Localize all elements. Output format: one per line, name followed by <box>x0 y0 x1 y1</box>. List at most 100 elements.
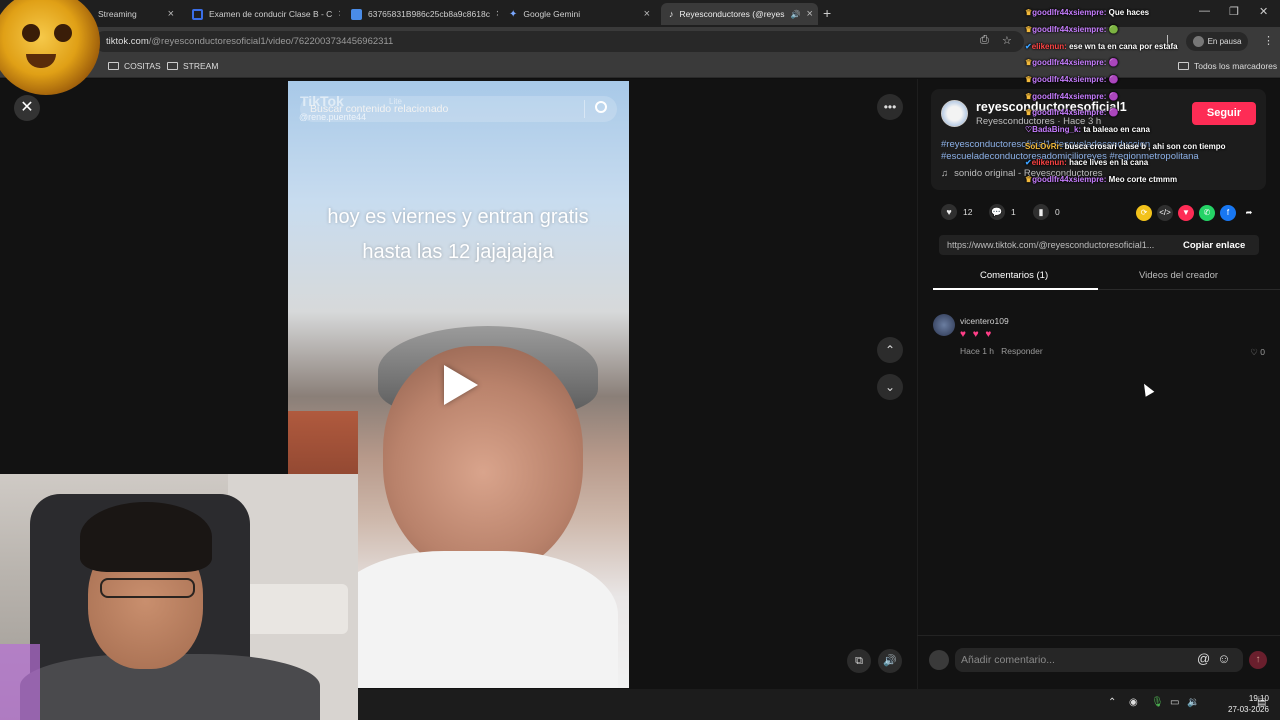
comment-icon: 💬 <box>989 204 1005 220</box>
comment-like-button[interactable]: ♡ 0 <box>1250 347 1265 358</box>
bookmark-folder-cositas[interactable]: COSITAS <box>108 61 161 71</box>
chat-message: ✔elikenun: hace lives en la cana <box>1025 158 1149 167</box>
close-video-button[interactable]: ✕ <box>14 95 40 121</box>
post-actions: ♥ 12 💬 1 ▮ 0 ⟳ </> ▼ ✆ f ➦ <box>941 204 1261 222</box>
comment-count: 1 <box>1011 207 1016 217</box>
video-face <box>383 346 583 576</box>
restore-button[interactable]: ❐ <box>1229 5 1239 18</box>
microphone-icon[interactable]: 🎙 <box>1151 697 1164 708</box>
send-comment-button[interactable]: ↑ <box>1249 651 1267 669</box>
tab-label: Examen de conducir Clase B - C <box>209 9 333 19</box>
previous-video-button[interactable]: ⌃ <box>877 337 903 363</box>
all-bookmarks[interactable]: Todos los marcadores <box>1178 61 1277 71</box>
commenter-username[interactable]: vicentero109 <box>960 316 1009 326</box>
tab-label: 63765831B986c25cb8a9c8618c <box>368 9 490 19</box>
file-icon <box>351 8 362 20</box>
repost-icon[interactable]: ⟳ <box>1136 205 1152 221</box>
sticker-eye <box>54 24 72 42</box>
bookmark-icon: ▮ <box>1033 204 1049 220</box>
copy-link-button[interactable]: Copiar enlace <box>1183 240 1245 251</box>
user-avatar[interactable] <box>929 650 949 670</box>
folder-icon <box>167 62 178 70</box>
music-note-icon: ♫ <box>941 168 949 179</box>
search-divider <box>584 100 585 118</box>
star-icon[interactable]: ☆ <box>1002 34 1012 47</box>
comment-button[interactable]: 💬 1 <box>989 204 1016 220</box>
url-domain: tiktok.com <box>106 36 149 47</box>
webcam-glasses <box>100 578 195 598</box>
chat-message: ♛goodlfr44xsiempre: 🟣 <box>1025 92 1119 101</box>
chat-message: ♡BadaBing_k: ta baleao en cana <box>1025 125 1151 134</box>
taskbar <box>358 689 1280 720</box>
folder-icon <box>1178 62 1189 70</box>
like-button[interactable]: ♥ 12 <box>941 204 972 220</box>
tab-gemini[interactable]: ✦ Google Gemini × <box>501 3 658 25</box>
address-bar[interactable]: tiktok.com/@reyesconductoresoficial1/vid… <box>94 31 1024 52</box>
send-to-friends-icon[interactable]: ▼ <box>1178 205 1194 221</box>
sticker-mouth <box>26 54 56 68</box>
pip-button[interactable]: ⧉ <box>847 649 871 673</box>
volume-tray-icon[interactable]: 🔉 <box>1187 697 1199 708</box>
next-video-button[interactable]: ⌄ <box>877 374 903 400</box>
chat-message: ♛goodlfr44xsiempre: Que haces <box>1025 8 1150 17</box>
window-close-button[interactable]: ✕ <box>1259 5 1268 18</box>
tab-creator-videos[interactable]: Videos del creador <box>1139 270 1218 281</box>
active-tab-indicator <box>933 288 1098 290</box>
chat-message: ♛goodlfr44xsiempre: 🟣 <box>1025 75 1119 84</box>
close-icon[interactable]: × <box>496 8 498 20</box>
network-icon[interactable]: ▭ <box>1170 697 1179 708</box>
install-icon[interactable]: ⎙ <box>980 34 989 47</box>
tab-file[interactable]: 63765831B986c25cb8a9c8618c × <box>343 3 498 25</box>
more-options-button[interactable]: ••• <box>877 94 903 120</box>
chat-message: ♛goodlfr44xsiempre: 🟣 <box>1025 108 1119 117</box>
creator-avatar[interactable] <box>941 100 968 127</box>
share-icon[interactable]: ➦ <box>1241 205 1257 221</box>
tab-examen[interactable]: Examen de conducir Clase B - C × <box>184 3 340 25</box>
reply-button[interactable]: Responder <box>1001 346 1043 356</box>
webcam-light <box>0 644 40 720</box>
comment-placeholder: Añadir comentario... <box>961 654 1055 666</box>
menu-icon[interactable]: ⋮ <box>1263 34 1274 47</box>
search-icon[interactable] <box>595 101 607 113</box>
tray-chevron-icon[interactable]: ⌃ <box>1108 697 1116 708</box>
whatsapp-icon[interactable]: ✆ <box>1199 205 1215 221</box>
close-icon[interactable]: × <box>644 8 650 20</box>
embed-icon[interactable]: </> <box>1157 205 1173 221</box>
emoji-icon[interactable]: ☺ <box>1217 651 1230 666</box>
follow-button[interactable]: Seguir <box>1192 102 1256 125</box>
facebook-icon[interactable]: f <box>1220 205 1236 221</box>
avatar <box>1192 36 1204 47</box>
comment-input-icons: @ ☺ <box>1197 651 1230 666</box>
notifications-icon[interactable]: ▤ <box>1257 697 1266 708</box>
discord-icon[interactable]: ◉ <box>1129 697 1138 708</box>
tab-comments[interactable]: Comentarios (1) <box>980 270 1048 281</box>
volume-button[interactable]: 🔊 <box>878 649 902 673</box>
minimize-button[interactable]: — <box>1199 5 1210 17</box>
doc-icon <box>192 8 203 20</box>
gemini-icon: ✦ <box>509 8 518 20</box>
streamer-webcam <box>0 474 358 720</box>
new-tab-button[interactable]: + <box>823 5 831 21</box>
tab-streaming[interactable]: Streaming × <box>90 3 182 25</box>
commenter-avatar[interactable] <box>933 314 955 336</box>
tab-tiktok[interactable]: ♪ Reyesconductores (@reyes 🔊 × <box>661 3 818 25</box>
tab-label: Streaming <box>98 9 137 19</box>
tiktok-icon: ♪ <box>669 9 674 19</box>
play-icon[interactable] <box>444 365 478 405</box>
bookmark-label: COSITAS <box>124 61 161 71</box>
comment-item: vicentero109 ♥ ♥ ♥ Hace 1 h Responder ♡ … <box>933 314 1268 358</box>
chat-message: ♛goodlfr44xsiempre: 🟣 <box>1025 58 1119 67</box>
close-icon[interactable]: × <box>338 8 340 20</box>
mod-icon: ✔ <box>1025 158 1032 167</box>
bookmark-folder-stream[interactable]: STREAM <box>167 61 218 71</box>
close-icon[interactable]: × <box>806 8 812 20</box>
speaker-icon[interactable]: 🔊 <box>791 10 801 19</box>
mention-icon[interactable]: @ <box>1197 651 1210 666</box>
tab-label: Google Gemini <box>523 9 581 19</box>
folder-icon <box>108 62 119 70</box>
heart-icon: ♡ <box>1250 347 1258 357</box>
profile-pause-button[interactable]: En pausa <box>1186 32 1248 51</box>
save-button[interactable]: ▮ 0 <box>1033 204 1060 220</box>
close-icon[interactable]: × <box>168 8 174 20</box>
chat-message: ♛goodlfr44xsiempre: Meo corte ctmmm <box>1025 175 1178 184</box>
